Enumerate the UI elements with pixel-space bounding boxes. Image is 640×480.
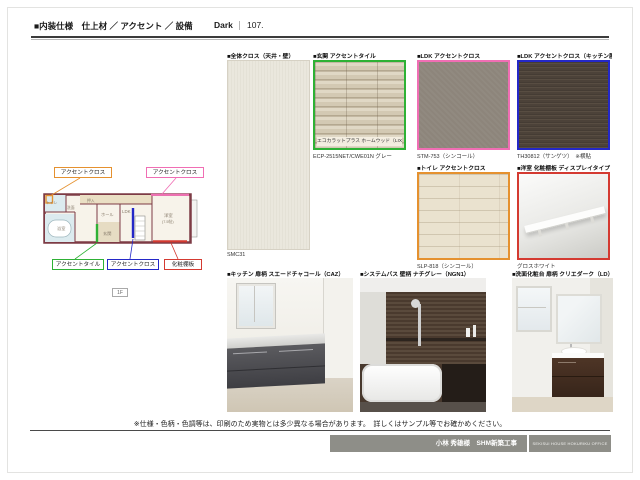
- leader-pink: [162, 178, 176, 194]
- vanity-photo: [512, 278, 613, 412]
- plan-label-accent-cross-blue: アクセントクロス: [107, 259, 159, 270]
- bath-bottle: [473, 325, 476, 337]
- room-ldk: LDK: [122, 209, 131, 214]
- bath-floor: [360, 402, 486, 412]
- swatch-header-entrance-tile: ■玄関 アクセントタイル: [313, 51, 407, 60]
- disclaimer-text: ※仕様・色柄・色調等は、印刷のため実物とは多少異なる場合があります。 詳しくはサ…: [30, 419, 610, 429]
- plan-label-accent-cross-orange: アクセントクロス: [54, 167, 112, 178]
- swatch-product-entrance-tile: エコカラットプラス ホームウッド（LIXIL）: [317, 137, 402, 146]
- leader-green: [75, 243, 97, 259]
- swatch-base-cloth: [227, 60, 310, 250]
- window-mullion: [518, 307, 546, 308]
- footer-bar: 小林 秀雄様 SHM新築工事 SEKISUI HOUSE HOKURIKU OF…: [330, 435, 611, 452]
- swatch-header-base-cloth: ■全体クロス（天井・壁）: [227, 51, 311, 60]
- vanity-floor: [512, 397, 613, 412]
- photo-header-kitchen: ■キッチン 扉柄 スエードチャコール（CAZ）: [227, 269, 353, 278]
- cabinet-handle: [233, 351, 267, 354]
- cabinet-handle: [279, 349, 313, 352]
- room-west-size: (7.5帖): [162, 219, 174, 224]
- bathtub: [362, 364, 442, 402]
- kitchen-photo: [227, 278, 353, 412]
- room-west: 洋室: [164, 212, 173, 219]
- vanity-drawer-line: [552, 376, 604, 377]
- bath-ceiling: [360, 278, 486, 292]
- room-hall: ホール: [101, 212, 114, 217]
- plan-label-shelf-red: 化粧棚板: [164, 259, 202, 270]
- bath-bottle: [466, 328, 470, 337]
- swatch-ldk-cross: [417, 60, 510, 150]
- room-bath: 浴室: [57, 225, 65, 232]
- shelf-peg: [538, 229, 543, 237]
- page-number: 107.: [247, 20, 264, 30]
- header-rule-thin: [31, 39, 609, 40]
- bath-left-wall: [360, 292, 386, 364]
- shelf-board-shape: [524, 206, 605, 234]
- swatch-caption-entrance-tile: ECP-2515NET/CWE01N グレー: [313, 152, 409, 160]
- swatch-header-kitchen-wall: ■LDK アクセントクロス（キッチン腰壁）: [517, 51, 612, 60]
- swatch-entrance-tile: エコカラットプラス ホームウッド（LIXIL）: [313, 60, 406, 150]
- swatch-caption-kitchen-wall: TH30812（サンゲツ） ※横貼: [517, 152, 612, 160]
- room-entry: 玄関: [103, 230, 111, 237]
- floor-tag: 1F: [112, 288, 128, 297]
- kitchen-counter-plan: [135, 216, 145, 240]
- swatch-caption-ldk-cross: STM-753（シンコール）: [417, 152, 511, 160]
- room-toilet: トイレ: [46, 200, 58, 205]
- vanity-window: [516, 286, 552, 332]
- swatch-toilet-cross: [417, 172, 510, 260]
- photo-header-bath: ■システムバス 壁柄 ナチグレー（NGN1）: [360, 269, 486, 278]
- room-closet: 押入: [87, 198, 95, 203]
- swatch-header-ldk-cross: ■LDK アクセントクロス: [417, 51, 511, 60]
- kitchen-cabinet-front: [227, 343, 325, 388]
- floor-plan: トイレ 洗面 浴室 押入 ホール 玄関 LDK 洋室 (7.5帖) アクセントク…: [40, 160, 215, 305]
- swatch-kitchen-wall: [517, 60, 610, 150]
- swatch-caption-base-cloth: SMC31: [227, 252, 311, 258]
- room-wash: 洗面: [67, 205, 75, 210]
- balcony: [191, 200, 197, 237]
- bottom-rule: [30, 430, 610, 431]
- swatch-header-display-shelf: ■洋室 化粧棚板 ディスプレイタイプ: [517, 163, 612, 172]
- spec-sheet-page: ■内装仕様 仕上材 ／ アクセント ／ 設備 Dark 107.: [0, 0, 640, 480]
- header-rule: [31, 36, 609, 38]
- bath-accent-wall: [386, 292, 486, 366]
- footer-office-name: SEKISUI HOUSE HOKURIKU OFFICE: [529, 435, 611, 452]
- floor-plan-drawing: トイレ 洗面 浴室 押入 ホール 玄関 LDK 洋室 (7.5帖): [40, 160, 215, 305]
- kitchen-window: [237, 284, 275, 328]
- shelf-peg: [565, 222, 570, 230]
- leader-red: [171, 243, 178, 259]
- variant-label: Dark: [214, 20, 233, 30]
- footer-client-name: 小林 秀雄様 SHM新築工事: [330, 435, 527, 452]
- swatch-display-shelf: [517, 172, 610, 260]
- page-title: ■内装仕様 仕上材 ／ アクセント ／ 設備: [34, 20, 193, 32]
- photo-header-vanity: ■洗面化粧台 扉柄 クリエダーク（LD）: [512, 269, 613, 278]
- vanity-cabinet: [552, 358, 604, 397]
- header-divider: [239, 21, 240, 30]
- vanity-handle: [558, 362, 576, 363]
- vanity-mirror: [556, 294, 602, 344]
- window-mullion: [254, 286, 255, 322]
- kitchen-tall-cabinet: [323, 278, 353, 378]
- bath-photo: [360, 278, 486, 412]
- swatch-header-toilet-cross: ■トイレ アクセントクロス: [417, 163, 511, 172]
- cabinet-drawer-line: [227, 365, 325, 371]
- bath-ledge: [386, 338, 486, 341]
- shower-column: [418, 304, 421, 346]
- plan-label-accent-tile-green: アクセントタイル: [52, 259, 104, 270]
- shelf-peg: [590, 216, 595, 224]
- shower-head: [411, 299, 420, 308]
- plan-label-accent-cross-pink: アクセントクロス: [146, 167, 204, 178]
